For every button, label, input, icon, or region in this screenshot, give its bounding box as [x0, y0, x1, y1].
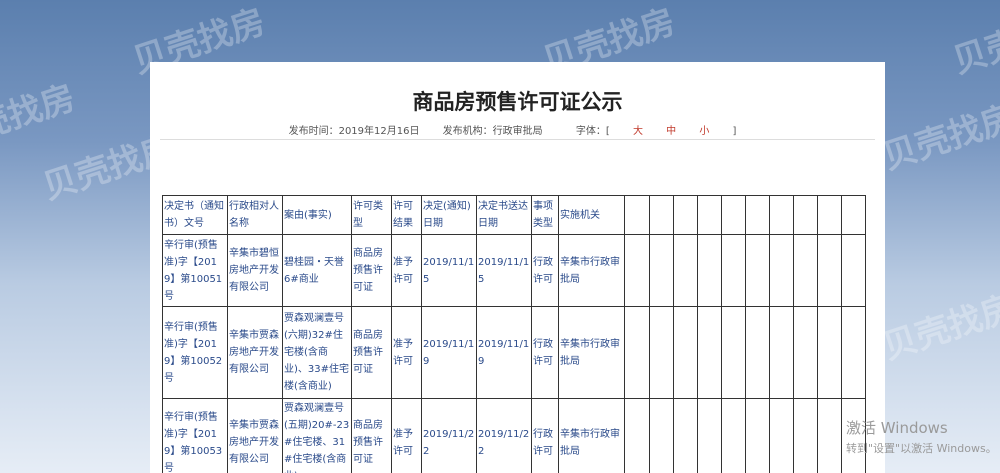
table-cell: 2019/11/19: [476, 306, 532, 399]
table-cell: 贾森观澜壹号(五期)20#-23#住宅楼、31#住宅楼(含商业): [282, 398, 352, 473]
watermark-logo: 贝壳找房: [0, 77, 80, 158]
table-cell: 商品房预售许可证: [351, 234, 392, 307]
table-header: 决定书送达日期: [476, 195, 532, 235]
table-header: 实施机关: [558, 195, 625, 235]
table-cell: 行政许可: [531, 234, 559, 307]
table-cell: 2019/11/22: [421, 398, 477, 473]
table-cell: 辛集市行政审批局: [558, 306, 625, 399]
table-header: 行政相对人名称: [227, 195, 283, 235]
table-cell: 2019/11/19: [421, 306, 477, 399]
table-header: 许可结果: [391, 195, 422, 235]
table-header: 事项类型: [531, 195, 559, 235]
font-size-label: 字体：[: [575, 126, 610, 137]
table-header: 决定(通知)日期: [421, 195, 477, 235]
table-cell: 准予许可: [391, 306, 422, 399]
table-cell: 辛集市行政审批局: [558, 398, 625, 473]
table-cell: 商品房预售许可证: [351, 306, 392, 399]
table-cell: 辛行审(预售准)字【2019】第10053号: [162, 398, 228, 473]
table-cell: 辛集市贾森房地产开发有限公司: [227, 398, 283, 473]
table-cell: 辛行审(预售准)字【2019】第10051号: [162, 234, 228, 307]
table-cell: 2019/11/22: [476, 398, 532, 473]
table-cell: 辛集市贾森房地产开发有限公司: [227, 306, 283, 399]
page-title: 商品房预售许可证公示: [412, 90, 623, 114]
table-row: 辛行审(预售准)字【2019】第10052号 辛集市贾森房地产开发有限公司 贾森…: [162, 306, 866, 399]
font-size-selector: 字体：[ 大 中 小 ]: [575, 126, 737, 137]
activation-title: 激活 Windows: [846, 419, 948, 437]
table-cell: 2019/11/15: [421, 234, 477, 307]
table-cell: 准予许可: [391, 398, 422, 473]
publisher: 发布机构：行政审批局: [442, 126, 543, 137]
table-cell: 准予许可: [391, 234, 422, 307]
table-cell: 贾森观澜壹号(六期)32#住宅楼(含商业)、33#住宅楼(含商业): [282, 306, 352, 399]
page-meta: 发布时间：2019年12月16日 发布机构：行政审批局 字体：[ 大 中 小 ]: [150, 122, 885, 137]
font-size-small[interactable]: 小: [699, 126, 709, 137]
table-cell: 辛行审(预售准)字【2019】第10052号: [162, 306, 228, 399]
table-cell: 行政许可: [531, 398, 559, 473]
table-cell: 辛集市碧恒房地产开发有限公司: [227, 234, 283, 307]
license-table: 决定书（通知书）文号 行政相对人名称 案由(事实) 许可类型 许可结果 决定(通…: [162, 195, 866, 473]
watermark-logo: 贝壳找房: [878, 287, 1000, 368]
table-row: 辛行审(预售准)字【2019】第10053号 辛集市贾森房地产开发有限公司 贾森…: [162, 398, 866, 473]
divider: [160, 139, 875, 140]
table-cell: 2019/11/15: [476, 234, 532, 307]
table-header: 决定书（通知书）文号: [162, 195, 228, 235]
table-cell: 辛集市行政审批局: [558, 234, 625, 307]
watermark-logo: 贝壳找房: [948, 1, 1000, 82]
windows-activation-watermark: 激活 Windows 转到"设置"以激活 Windows。: [846, 417, 997, 456]
table-header: 案由(事实): [282, 195, 352, 235]
table-row: 辛行审(预售准)字【2019】第10051号 辛集市碧恒房地产开发有限公司 碧桂…: [162, 234, 866, 307]
table-header-row: 决定书（通知书）文号 行政相对人名称 案由(事实) 许可类型 许可结果 决定(通…: [162, 195, 866, 235]
table-header: 许可类型: [351, 195, 392, 235]
table-cell: 商品房预售许可证: [351, 398, 392, 473]
watermark-logo: 贝壳找房: [878, 97, 1000, 178]
font-size-large[interactable]: 大: [633, 126, 643, 137]
content-panel: 商品房预售许可证公示 发布时间：2019年12月16日 发布机构：行政审批局 字…: [150, 62, 885, 473]
activation-hint: 转到"设置"以激活 Windows。: [846, 442, 997, 455]
font-size-medium[interactable]: 中: [666, 126, 676, 137]
publish-time: 发布时间：2019年12月16日: [288, 126, 420, 137]
table-cell: 碧桂园・天誉6#商业: [282, 234, 352, 307]
table-cell: 行政许可: [531, 306, 559, 399]
